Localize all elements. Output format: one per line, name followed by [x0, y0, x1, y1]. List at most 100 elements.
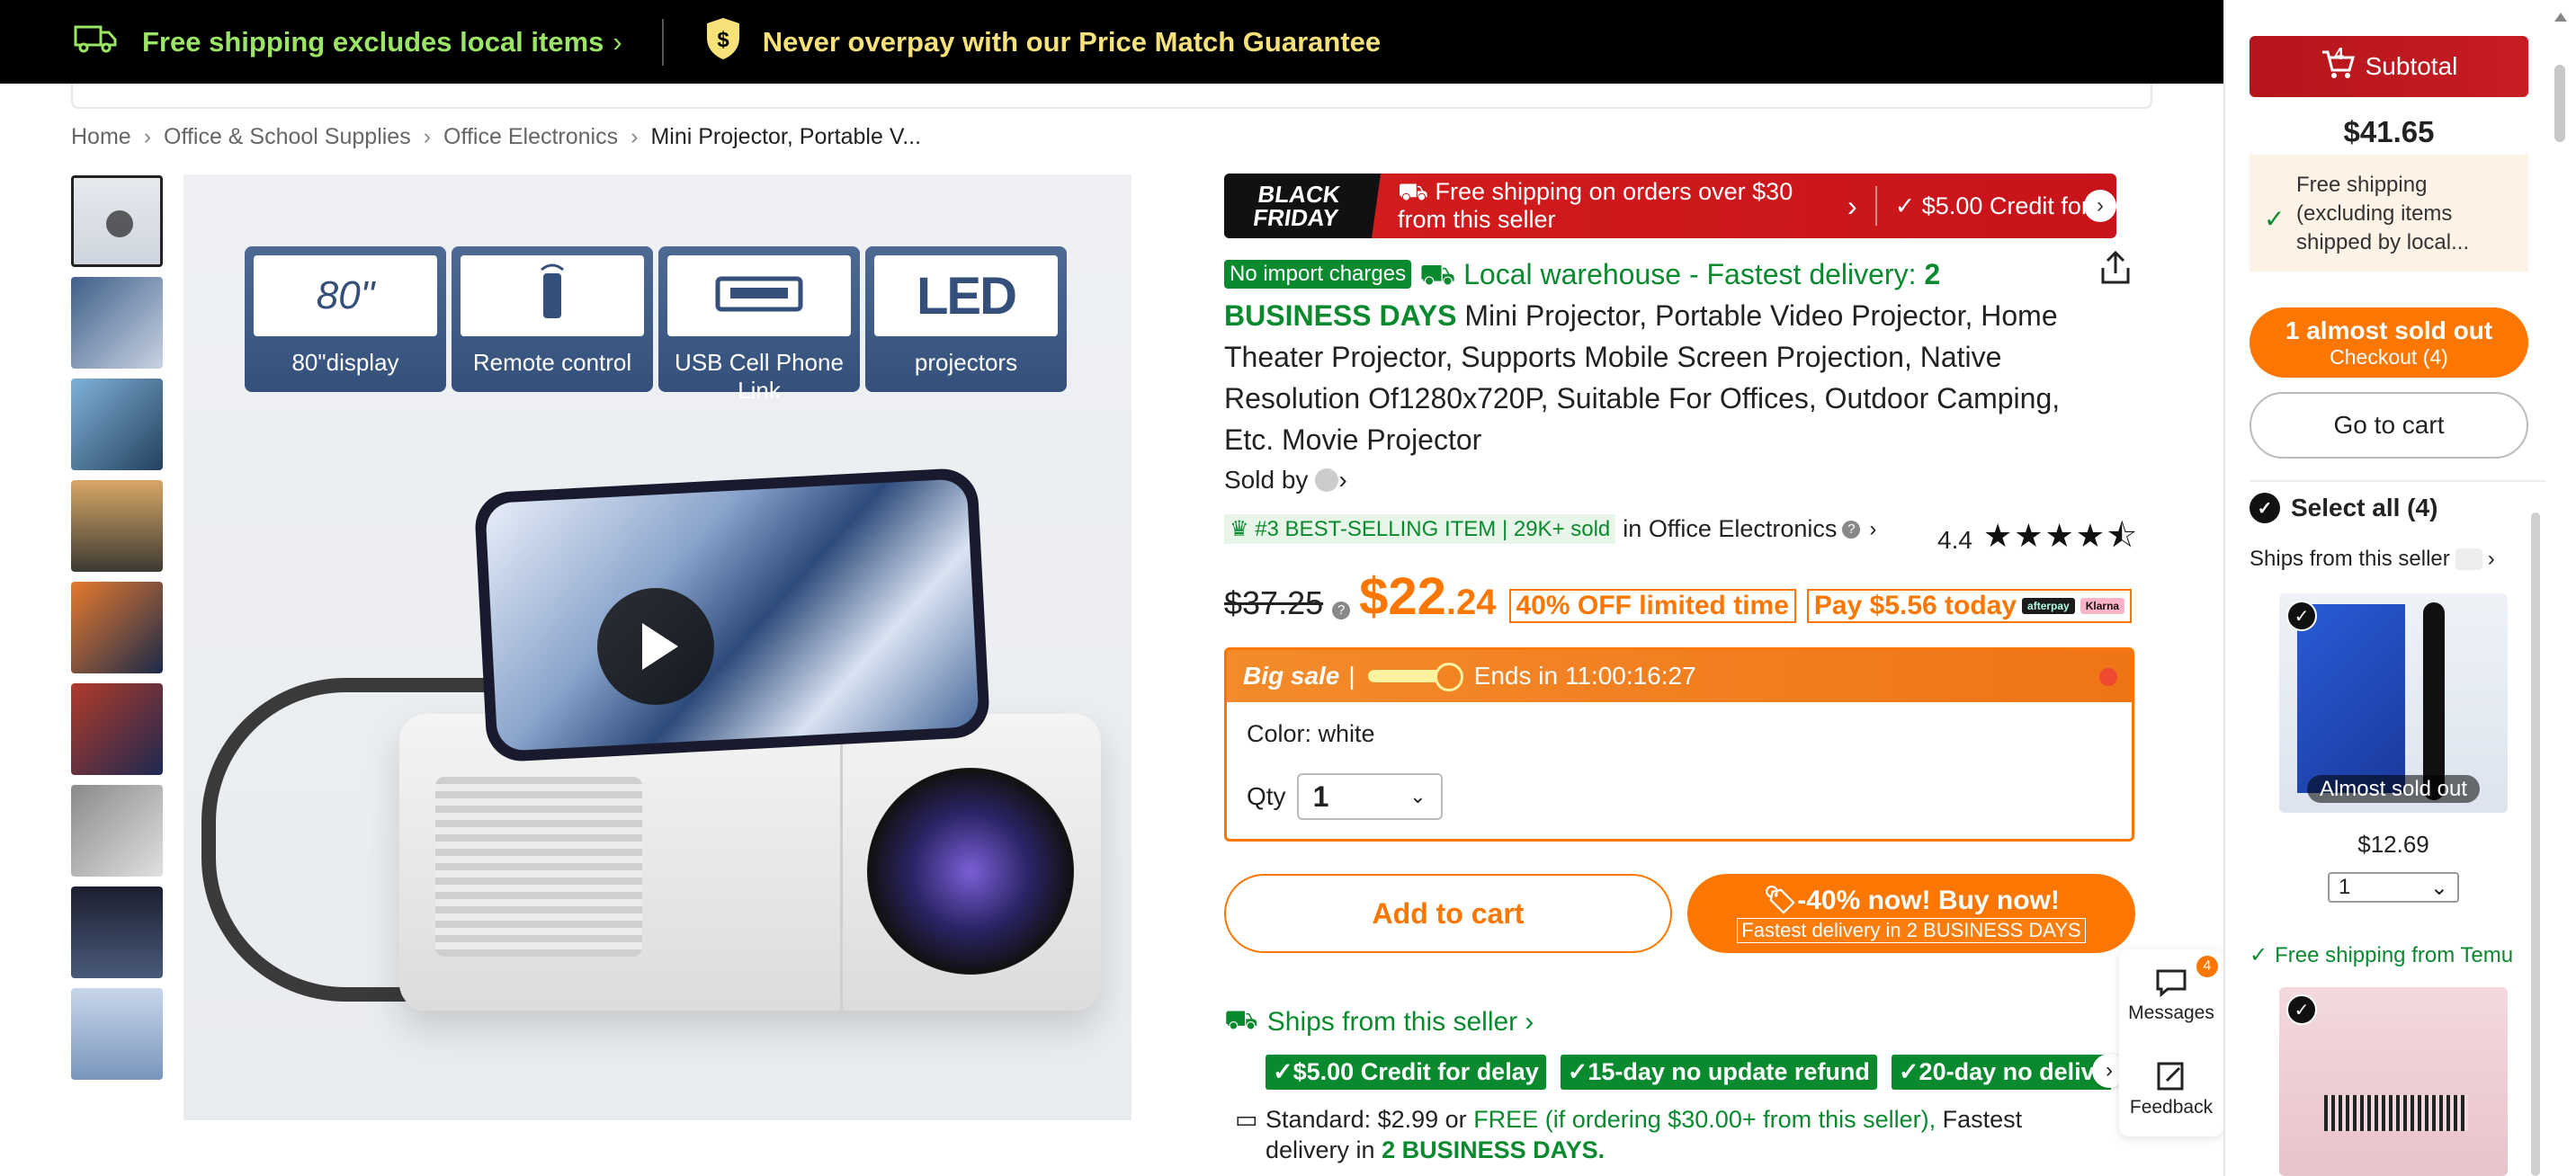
cart-item-image[interactable]: ✓: [2279, 987, 2508, 1176]
feature-label: USB Cell Phone Link: [675, 349, 844, 404]
search-bar-edge: [71, 84, 2152, 109]
almost-sold-badge: Almost sold out: [2279, 775, 2508, 803]
truck-icon: ⛟: [1224, 1005, 1258, 1035]
feature-label: projectors: [914, 349, 1018, 376]
price-cents: .24: [1445, 583, 1497, 622]
main-product-image[interactable]: 80" 80"display Remote control USB Cell P…: [183, 174, 1131, 1120]
product-page: Free shipping excludes local items › $ N…: [0, 0, 2576, 1176]
check-icon: ✓: [2250, 493, 2280, 523]
thumbnail-image[interactable]: [71, 480, 163, 572]
go-to-cart-button[interactable]: Go to cart: [2250, 392, 2528, 459]
chevron-right-icon: ›: [1525, 1007, 1534, 1037]
thumbnail-image[interactable]: [71, 582, 163, 673]
play-icon: [106, 210, 133, 237]
qty-select[interactable]: 1 ⌄: [1296, 773, 1443, 820]
buy-now-sublabel: Fastest delivery in 2 BUSINESS DAYS: [1737, 917, 2086, 943]
feature-label: 80"display: [291, 349, 399, 376]
cart-item-image[interactable]: ✓ Almost sold out: [2279, 593, 2508, 813]
pay-later-badge[interactable]: Pay $5.56 today afterpay Klarna: [1806, 589, 2133, 623]
video-play-button[interactable]: [597, 588, 714, 705]
cart-item-qty-select[interactable]: 1 ⌄: [2328, 872, 2459, 903]
no-import-badge: No import charges: [1224, 260, 1412, 289]
shield-dollar-icon: $: [703, 16, 743, 68]
free-shipping-temu: ✓ Free shipping from Temu: [2250, 942, 2513, 968]
messages-count-badge: 4: [2196, 955, 2218, 977]
page-scrollbar-thumb[interactable]: [2554, 65, 2565, 142]
thumbnail-video[interactable]: [71, 175, 163, 267]
feedback-widget[interactable]: Feedback: [2130, 1061, 2213, 1118]
guarantee-chip: ✓20-day no delivery refund: [1891, 1055, 2111, 1090]
buy-now-label: 🏷-40% now! Buy now!: [1763, 885, 2060, 916]
feature-usb: USB Cell Phone Link: [658, 246, 860, 404]
qty-label: Qty: [1247, 782, 1286, 810]
thumbnail-image[interactable]: [71, 886, 163, 978]
subtotal-amount: $41.65: [2343, 115, 2435, 148]
free-shipping-text: Free shipping excludes local items: [142, 25, 604, 58]
thumbnail-image[interactable]: [71, 988, 163, 1080]
best-selling-line[interactable]: ♛ #3 BEST-SELLING ITEM | 29K+ sold in Of…: [1224, 514, 1876, 544]
scroll-up-arrow-icon[interactable]: [2554, 13, 2567, 22]
current-price: $22.24: [1359, 566, 1496, 627]
subtotal-button[interactable]: 4 Subtotal: [2250, 36, 2528, 97]
sale-header: Big sale | Ends in 11:00:16:27: [1227, 650, 2132, 702]
help-icon[interactable]: ?: [1842, 520, 1861, 539]
top-banner: Free shipping excludes local items › $ N…: [0, 0, 2223, 84]
chevron-down-icon: ⌄: [1409, 785, 1427, 807]
breadcrumb-office-school[interactable]: Office & School Supplies: [164, 124, 411, 150]
projector-graphic: [399, 714, 1101, 1011]
afterpay-logo: afterpay: [2022, 598, 2075, 614]
chat-icon: [2155, 968, 2187, 1002]
check-icon[interactable]: ✓: [2286, 601, 2317, 631]
standard-prefix: Standard: $2.99 or: [1266, 1106, 1467, 1133]
black-friday-word: BLACK: [1256, 181, 1342, 208]
messages-widget[interactable]: 4 Messages: [2128, 955, 2218, 1024]
truck-icon: [74, 23, 117, 61]
black-friday-promo[interactable]: BLACK FRIDAY ⛟ Free shipping on orders o…: [1224, 174, 2116, 238]
sale-options-box: Big sale | Ends in 11:00:16:27 Color: wh…: [1224, 647, 2134, 842]
checkout-button[interactable]: 1 almost sold out Checkout (4): [2250, 307, 2528, 378]
product-title-block: No import charges ⛟ Local warehouse - Fa…: [1224, 254, 2061, 460]
check-icon[interactable]: ✓: [2286, 994, 2317, 1025]
guarantee-chips: ✓$5.00 Credit for delay ✓15-day no updat…: [1266, 1055, 2111, 1090]
price-match-banner[interactable]: $ Never overpay with our Price Match Gua…: [703, 16, 1381, 68]
sale-countdown: Ends in 11:00:16:27: [1473, 662, 1696, 690]
select-all-checkbox[interactable]: ✓ Select all (4): [2250, 493, 2437, 523]
promo-next-button[interactable]: ›: [2084, 190, 2116, 222]
chevron-right-icon: ›: [423, 124, 432, 149]
free-shipping-temu-text: Free shipping from Temu: [2275, 942, 2514, 967]
buy-now-button[interactable]: 🏷-40% now! Buy now! Fastest delivery in …: [1687, 874, 2135, 953]
rating-value: 4.4: [1937, 525, 1972, 554]
promo-credit-text: $5.00 Credit for: [1921, 192, 2089, 219]
thumbnail-image[interactable]: [71, 683, 163, 775]
free-shipping-note: ✓ Free shipping (excluding items shipped…: [2250, 155, 2528, 272]
sale-divider: |: [1348, 662, 1355, 690]
almost-sold-badge-text: Almost sold out: [2306, 775, 2481, 803]
guarantee-chip: ✓15-day no update refund: [1560, 1055, 1877, 1090]
cart-ships-from-text: Ships from this seller: [2250, 547, 2450, 571]
best-selling-badge: ♛ #3 BEST-SELLING ITEM | 29K+ sold: [1224, 514, 1616, 544]
sold-by[interactable]: Sold by ›: [1224, 466, 1347, 494]
thumbnail-list: [71, 175, 165, 1090]
free-shipping-banner[interactable]: Free shipping excludes local items ›: [74, 23, 622, 61]
local-warehouse-text: Local warehouse - Fastest delivery:: [1463, 258, 1917, 290]
chip-text: 20-day no delivery refund: [1919, 1058, 2111, 1085]
thumbnail-image[interactable]: [71, 277, 163, 369]
klarna-logo: Klarna: [2080, 598, 2125, 614]
qty-value: 1: [1312, 780, 1329, 813]
add-to-cart-button[interactable]: Add to cart: [1224, 874, 1672, 953]
floating-widgets: 4 Messages Feedback: [2119, 949, 2223, 1136]
thumbnail-image[interactable]: [71, 379, 163, 470]
breadcrumb-office-electronics[interactable]: Office Electronics: [443, 124, 618, 150]
share-icon[interactable]: [2099, 250, 2132, 286]
standard-shipping: ▭ Standard: $2.99 or FREE (if ordering $…: [1235, 1104, 2075, 1165]
thumbnail-image[interactable]: [71, 785, 163, 877]
rating[interactable]: 4.4 ★★★★⯪: [1937, 512, 2139, 567]
help-icon[interactable]: ?: [1332, 601, 1351, 619]
cart-ships-from[interactable]: Ships from this seller ›: [2250, 547, 2495, 572]
cart-scrollbar[interactable]: [2531, 512, 2540, 1176]
sold-by-label: Sold by: [1224, 466, 1309, 494]
ships-from-seller[interactable]: ⛟ Ships from this seller ›: [1224, 1005, 1534, 1039]
breadcrumb-home[interactable]: Home: [71, 124, 131, 150]
discount-badge: 40% OFF limited time: [1508, 589, 1796, 623]
promo-shipping-text: Free shipping on orders over $30 from th…: [1398, 177, 1793, 233]
